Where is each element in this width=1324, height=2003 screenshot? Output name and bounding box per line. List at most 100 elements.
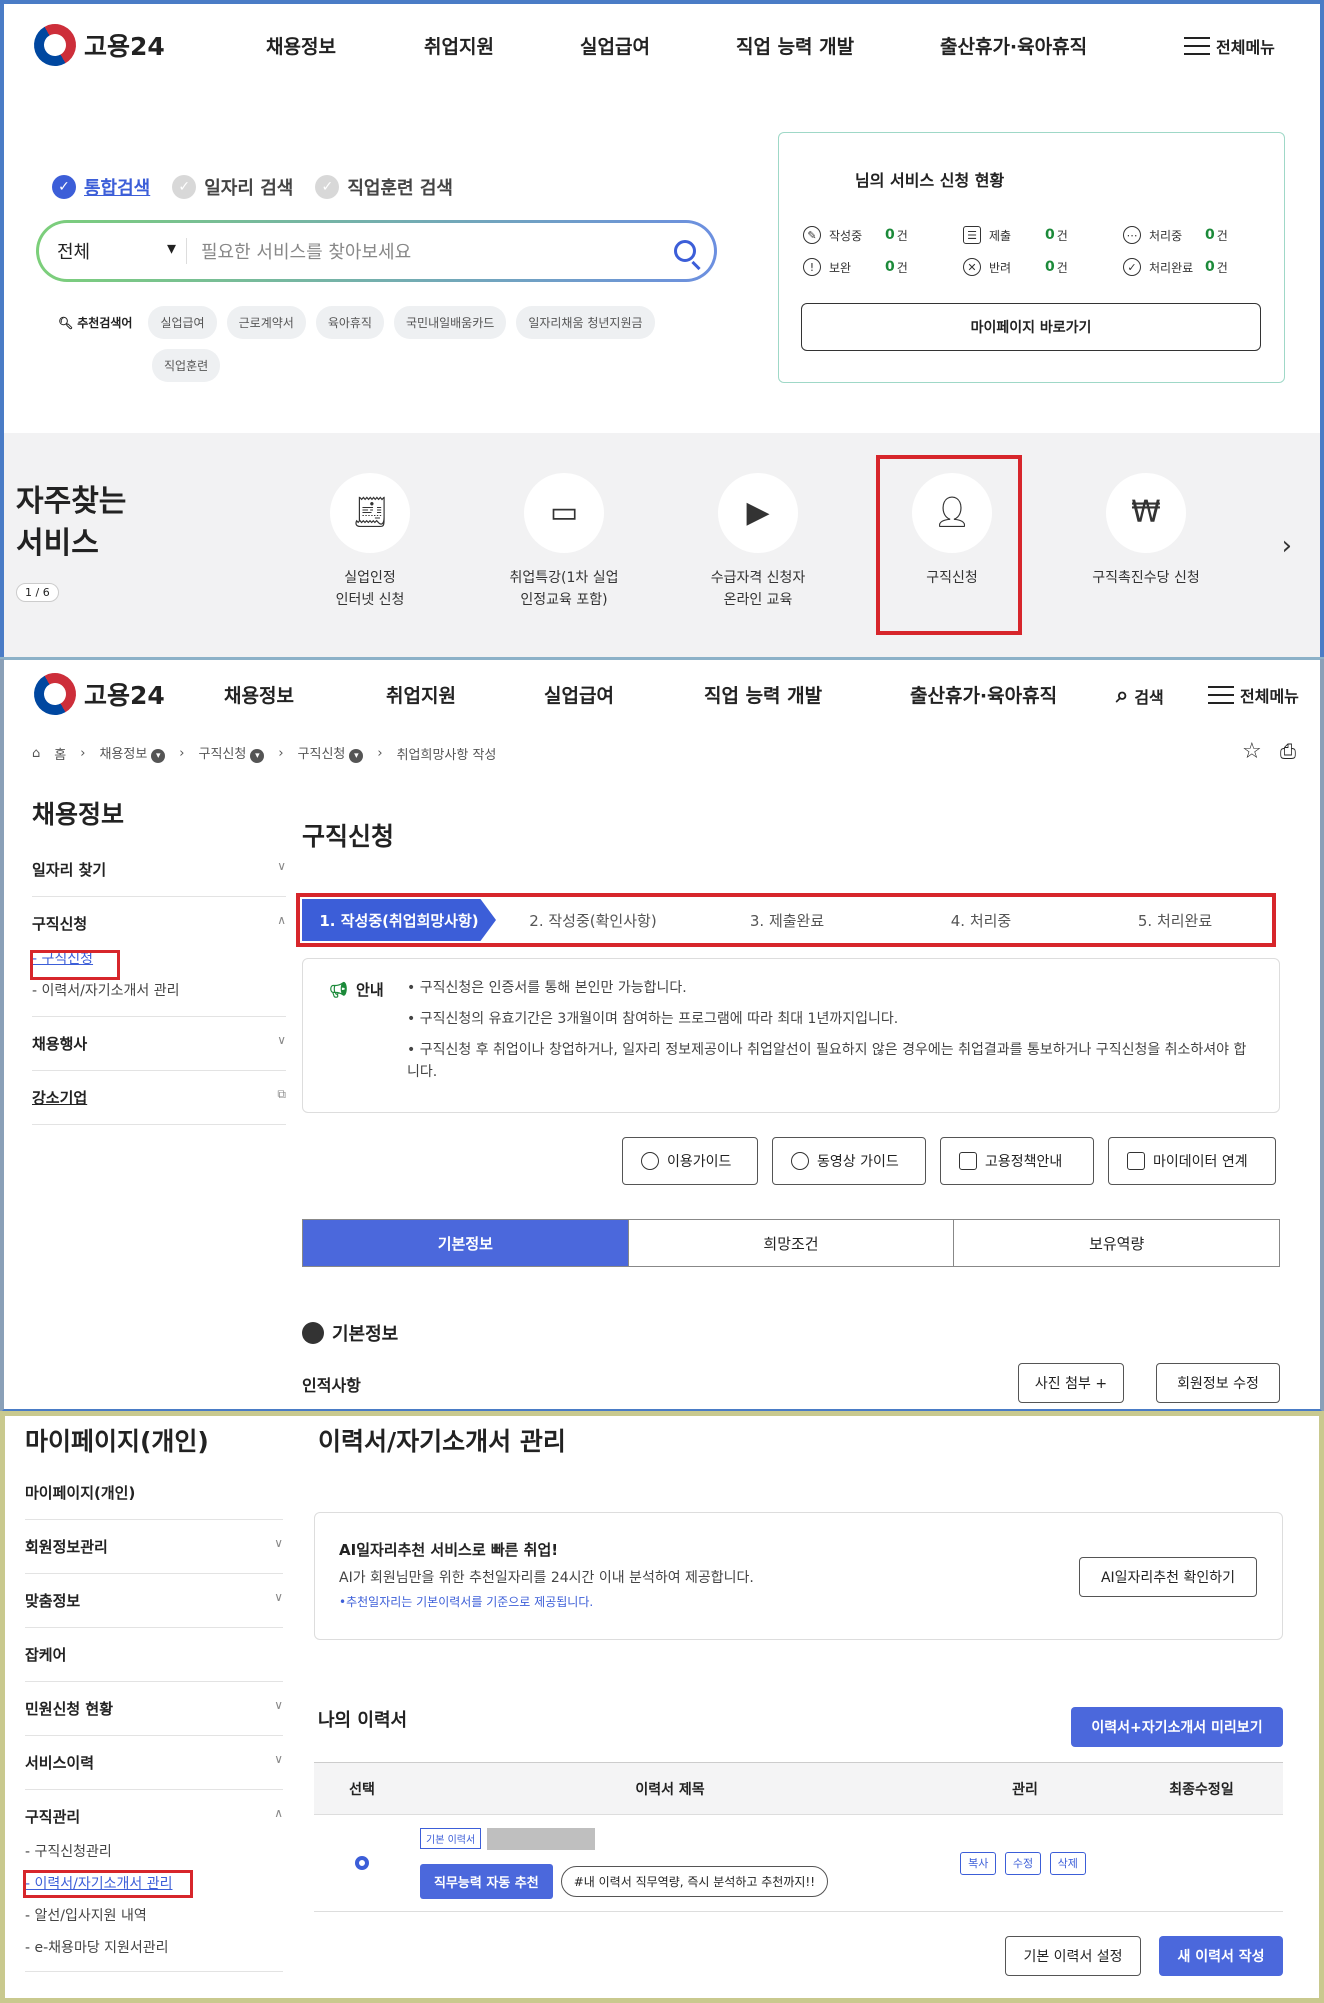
side-item[interactable]: 서비스이력 ∨	[25, 1736, 283, 1790]
search-button[interactable]: ⌕ 검색	[1116, 683, 1164, 708]
status-item[interactable]: ✕ 반려 0 건	[963, 258, 1103, 276]
person-icon	[641, 1152, 659, 1170]
gnav-item[interactable]: 직업 능력 개발	[736, 32, 854, 59]
video-guide-button[interactable]: 동영상 가이드	[772, 1137, 926, 1185]
tab-basic-info[interactable]: 기본정보	[303, 1220, 629, 1266]
edit-member-info-button[interactable]: 회원정보 수정	[1156, 1363, 1280, 1403]
recommend-tag[interactable]: 육아휴직	[315, 306, 384, 339]
tab-desired-conditions[interactable]: 희망조건	[629, 1220, 955, 1266]
money-bag-icon: ₩	[1106, 473, 1186, 553]
logo-taegeuk-icon	[26, 665, 84, 723]
search-icon[interactable]	[674, 240, 696, 262]
search-mode-training[interactable]: ✓ 직업훈련 검색	[315, 174, 453, 200]
search-mode-jobs[interactable]: ✓ 일자리 검색	[172, 174, 293, 200]
status-item[interactable]: ⋯ 처리중 0 건	[1123, 226, 1263, 244]
new-resume-button[interactable]: 새 이력서 작성	[1159, 1936, 1283, 1976]
check-icon: ✓	[172, 175, 197, 199]
usage-guide-button[interactable]: 이용가이드	[622, 1137, 758, 1185]
side-subitem[interactable]: - 알선/입사지원 내역	[25, 1899, 283, 1931]
ellipsis-icon: ⋯	[1123, 226, 1141, 244]
highlight-box	[30, 950, 120, 980]
service-item[interactable]: ▭ 취업특강(1차 실업 인정교육 포함)	[484, 473, 644, 611]
form-tabs: 기본정보 희망조건 보유역량	[302, 1219, 1280, 1267]
service-status-card: 님의 서비스 신청 현황 ✎ 작성중 0 건 ☰ 제출 0 건 ⋯ 처리중 0 건 ! 보완 0 건 ✕…	[778, 132, 1285, 383]
side-subitem[interactable]: - 이력서/자기소개서 관리	[32, 974, 286, 1017]
status-item[interactable]: ! 보완 0 건	[803, 258, 943, 276]
gnav-item[interactable]: 출산휴가·육아휴직	[940, 32, 1087, 59]
mydata-link-button[interactable]: 마이데이터 연계	[1108, 1137, 1276, 1185]
side-item[interactable]: 일자리 찾기 ∨	[32, 843, 286, 897]
x-circle-icon: ✕	[963, 258, 981, 276]
chevron-down-icon: ∨	[274, 1752, 283, 1766]
all-menu-button[interactable]: 전체메뉴	[1208, 683, 1299, 707]
home-icon[interactable]: ⌂	[32, 746, 40, 761]
side-item[interactable]: 민원신청 현황 ∨	[25, 1682, 283, 1736]
gnav-item[interactable]: 취업지원	[424, 32, 494, 59]
edit-button[interactable]: 수정	[1004, 1852, 1042, 1875]
ai-recommend-button[interactable]: AI일자리추천 확인하기	[1079, 1557, 1257, 1597]
gnav-item[interactable]: 실업급여	[580, 32, 650, 59]
search-category-select[interactable]: 전체 ▾	[57, 238, 187, 264]
side-item[interactable]: 맞춤정보 ∨	[25, 1574, 283, 1628]
recommend-tag[interactable]: 근로계약서	[226, 306, 306, 339]
recommend-tag[interactable]: 실업급여	[148, 306, 217, 339]
logo[interactable]: 고용24	[26, 665, 165, 723]
gnav-item[interactable]: 채용정보	[224, 681, 294, 708]
hashtag-bubble: #내 이력서 직무역량, 즉시 분석하고 추천까지!!	[560, 1865, 829, 1897]
recommend-tag[interactable]: 일자리채움 청년지원금	[516, 306, 655, 339]
resume-title-redacted[interactable]	[487, 1827, 596, 1850]
service-item[interactable]: ₩ 구직촉진수당 신청	[1066, 473, 1226, 589]
resume-table: 선택 이력서 제목 관리 최종수정일 기본 이력서 직무능력 자동 추천 #내 …	[314, 1762, 1283, 1912]
check-icon: ✓	[315, 175, 340, 199]
search-mode-integrated[interactable]: ✓ 통합검색	[52, 174, 150, 200]
chevron-down-icon: ∨	[277, 859, 286, 873]
side-item[interactable]: 구직신청 ∧	[32, 897, 286, 942]
delete-button[interactable]: 삭제	[1049, 1852, 1086, 1875]
pencil-icon: ✎	[803, 226, 821, 244]
set-default-resume-button[interactable]: 기본 이력서 설정	[1005, 1936, 1141, 1976]
side-item[interactable]: 강소기업 ⧉	[32, 1071, 286, 1125]
gnav-item[interactable]: 직업 능력 개발	[704, 681, 822, 708]
service-item[interactable]: 🧾︎ 실업인정 인터넷 신청	[290, 473, 450, 611]
logo[interactable]: 고용24	[26, 16, 165, 74]
service-item[interactable]: ▶ 수급자격 신청자 온라인 교육	[678, 473, 838, 611]
recommend-tag[interactable]: 국민내일배움카드	[393, 306, 507, 339]
side-item[interactable]: 마이페이지(개인)	[25, 1466, 283, 1520]
auto-recommend-button[interactable]: 직무능력 자동 추천	[420, 1863, 553, 1899]
chevron-right-icon[interactable]: ›	[1282, 531, 1292, 561]
table-row: 기본 이력서 직무능력 자동 추천 #내 이력서 직무역량, 즉시 분석하고 추…	[314, 1814, 1283, 1912]
side-item[interactable]: 회원정보관리 ∨	[25, 1520, 283, 1574]
status-item[interactable]: ☰ 제출 0 건	[963, 226, 1103, 244]
status-item[interactable]: ✓ 처리완료 0 건	[1123, 258, 1263, 276]
side-subitem[interactable]: - 구직신청관리	[25, 1835, 283, 1867]
search-input[interactable]: 필요한 서비스를 찾아보세요	[187, 238, 674, 264]
recommend-tag[interactable]: 직업훈련	[152, 349, 221, 382]
policy-guide-button[interactable]: 고용정책안내	[940, 1137, 1094, 1185]
search-mode-group: ✓ 통합검색 ✓ 일자리 검색 ✓ 직업훈련 검색	[52, 174, 453, 200]
side-subitem[interactable]: - e-채용마당 지원서관리	[25, 1931, 283, 1972]
all-menu-button[interactable]: 전체메뉴	[1184, 34, 1275, 58]
gnav-item[interactable]: 취업지원	[386, 681, 456, 708]
side-item[interactable]: 잡케어	[25, 1628, 283, 1682]
user-icon	[302, 1322, 324, 1344]
carousel-page-indicator: 1 / 6	[16, 583, 59, 602]
highlight-box	[23, 1870, 193, 1898]
copy-button[interactable]: 복사	[960, 1852, 997, 1875]
gnav-item[interactable]: 출산휴가·육아휴직	[910, 681, 1057, 708]
star-icon[interactable]: ☆	[1242, 739, 1262, 764]
gnav-item[interactable]: 채용정보	[266, 32, 336, 59]
print-icon[interactable]: ⎙	[1280, 739, 1296, 763]
preview-button[interactable]: 이력서+자기소개서 미리보기	[1071, 1707, 1283, 1747]
resume-select-radio[interactable]	[355, 1856, 369, 1870]
status-item[interactable]: ✎ 작성중 0 건	[803, 226, 943, 244]
tab-competencies[interactable]: 보유역량	[954, 1220, 1279, 1266]
attach-photo-button[interactable]: 사진 첨부 +	[1018, 1363, 1124, 1403]
gnav-item[interactable]: 실업급여	[544, 681, 614, 708]
ai-recommend-box: AI일자리추천 서비스로 빠른 취업! AI가 회원님만을 위한 추천일자리를 …	[314, 1512, 1283, 1640]
side-item[interactable]: 채용행사 ∨	[32, 1017, 286, 1071]
mypage-button[interactable]: 마이페이지 바로가기	[801, 303, 1261, 351]
side-title: 마이페이지(개인)	[25, 1427, 209, 1456]
highlight-box	[876, 455, 1022, 635]
chevron-down-icon: ▾	[250, 749, 265, 763]
side-item[interactable]: 구직관리 ∧	[25, 1790, 283, 1835]
